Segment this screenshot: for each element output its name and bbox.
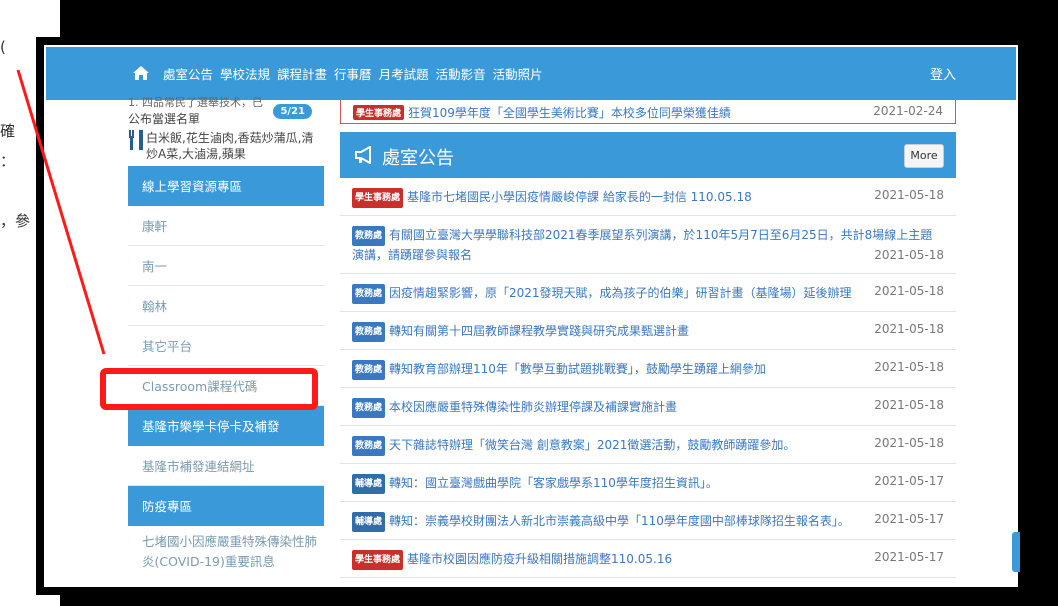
screenshot-stage: ( 確 ： ，參 處室公告 學校法規 課程計畫 行事曆 月考試題 活動影音 活動… xyxy=(0,0,1058,606)
scroll-to-top-tab[interactable] xyxy=(1012,532,1020,572)
annotation-arrow xyxy=(16,69,106,355)
